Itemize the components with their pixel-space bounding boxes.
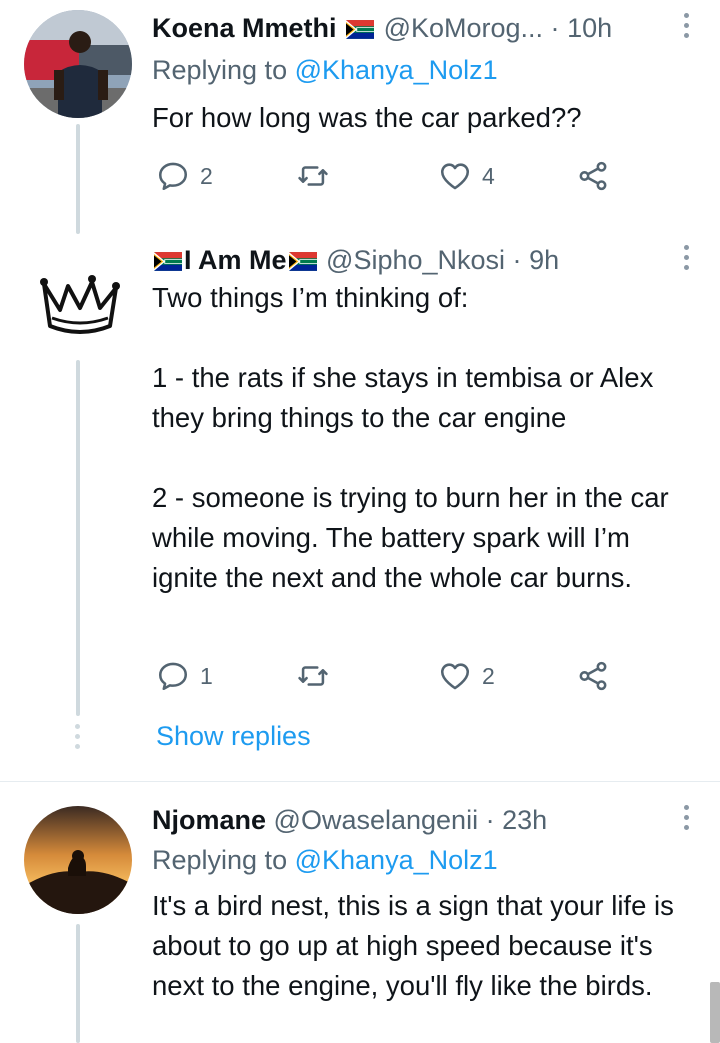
replying-to: Replying to @Khanya_Nolz1: [152, 52, 498, 88]
separator: ·: [485, 805, 495, 835]
tweet-iamme[interactable]: I Am Me @Sipho_Nkosi · 9h Two things I’m…: [0, 236, 720, 766]
avatar[interactable]: [24, 10, 132, 118]
tweet-actions: 1 2: [152, 654, 632, 698]
tweet-njomane[interactable]: Njomane @Owaselangenii · 23h Replying to…: [0, 782, 720, 1043]
author-name[interactable]: Njomane: [152, 805, 266, 835]
share-button[interactable]: [576, 654, 620, 698]
like-count: 4: [482, 162, 495, 189]
more-icon[interactable]: [676, 800, 696, 836]
author-handle[interactable]: @KoMorog...: [384, 13, 543, 43]
share-icon: [576, 159, 610, 193]
timestamp[interactable]: 9h: [529, 245, 559, 275]
tweet-text: It's a bird nest, this is a sign that yo…: [152, 890, 682, 1001]
author-name[interactable]: I Am Me: [184, 245, 287, 275]
retweet-button[interactable]: [296, 654, 340, 698]
show-replies-link[interactable]: Show replies: [156, 718, 311, 754]
avatar[interactable]: [24, 806, 132, 914]
avatar[interactable]: [24, 246, 132, 354]
separator: ·: [550, 13, 560, 43]
more-icon[interactable]: [676, 8, 696, 44]
reply-prefix: Replying to: [152, 55, 288, 85]
thread-dots: [75, 724, 81, 754]
tweet-actions: 2 4: [152, 154, 632, 198]
south-africa-flag-icon: [154, 252, 182, 271]
south-africa-flag-icon: [289, 252, 317, 271]
like-button[interactable]: 4: [438, 154, 495, 198]
like-icon: [438, 159, 472, 193]
scrollbar[interactable]: [710, 982, 720, 1043]
crown-icon: [24, 246, 132, 354]
avatar-photo-icon: [24, 10, 132, 118]
author-name[interactable]: Koena Mmethi: [152, 13, 337, 43]
replying-to: Replying to @Khanya_Nolz1: [152, 842, 498, 878]
tweet-text: For how long was the car parked??: [152, 102, 582, 133]
retweet-button[interactable]: [296, 154, 340, 198]
reply-mention[interactable]: @Khanya_Nolz1: [295, 845, 498, 875]
timestamp[interactable]: 10h: [567, 13, 612, 43]
share-button[interactable]: [576, 154, 620, 198]
lion-sunset-photo-icon: [24, 806, 132, 914]
reply-icon: [156, 659, 190, 693]
south-africa-flag-icon: [346, 20, 374, 39]
tweet-text: Two things I’m thinking of: 1 - the rats…: [152, 282, 669, 593]
reply-count: 1: [200, 662, 213, 689]
reply-prefix: Replying to: [152, 845, 288, 875]
like-icon: [438, 659, 472, 693]
reply-mention[interactable]: @Khanya_Nolz1: [295, 55, 498, 85]
retweet-icon: [296, 159, 330, 193]
reply-icon: [156, 159, 190, 193]
reply-button[interactable]: 2: [156, 154, 213, 198]
tweet-koena[interactable]: Koena Mmethi @KoMorog... · 10h Replying …: [0, 0, 720, 240]
like-button[interactable]: 2: [438, 654, 495, 698]
separator: ·: [512, 245, 522, 275]
reply-count: 2: [200, 162, 213, 189]
author-handle[interactable]: @Sipho_Nkosi: [326, 245, 505, 275]
reply-button[interactable]: 1: [156, 654, 213, 698]
like-count: 2: [482, 662, 495, 689]
retweet-icon: [296, 659, 330, 693]
more-icon[interactable]: [676, 240, 696, 276]
author-handle[interactable]: @Owaselangenii: [274, 805, 479, 835]
share-icon: [576, 659, 610, 693]
timestamp[interactable]: 23h: [502, 805, 547, 835]
